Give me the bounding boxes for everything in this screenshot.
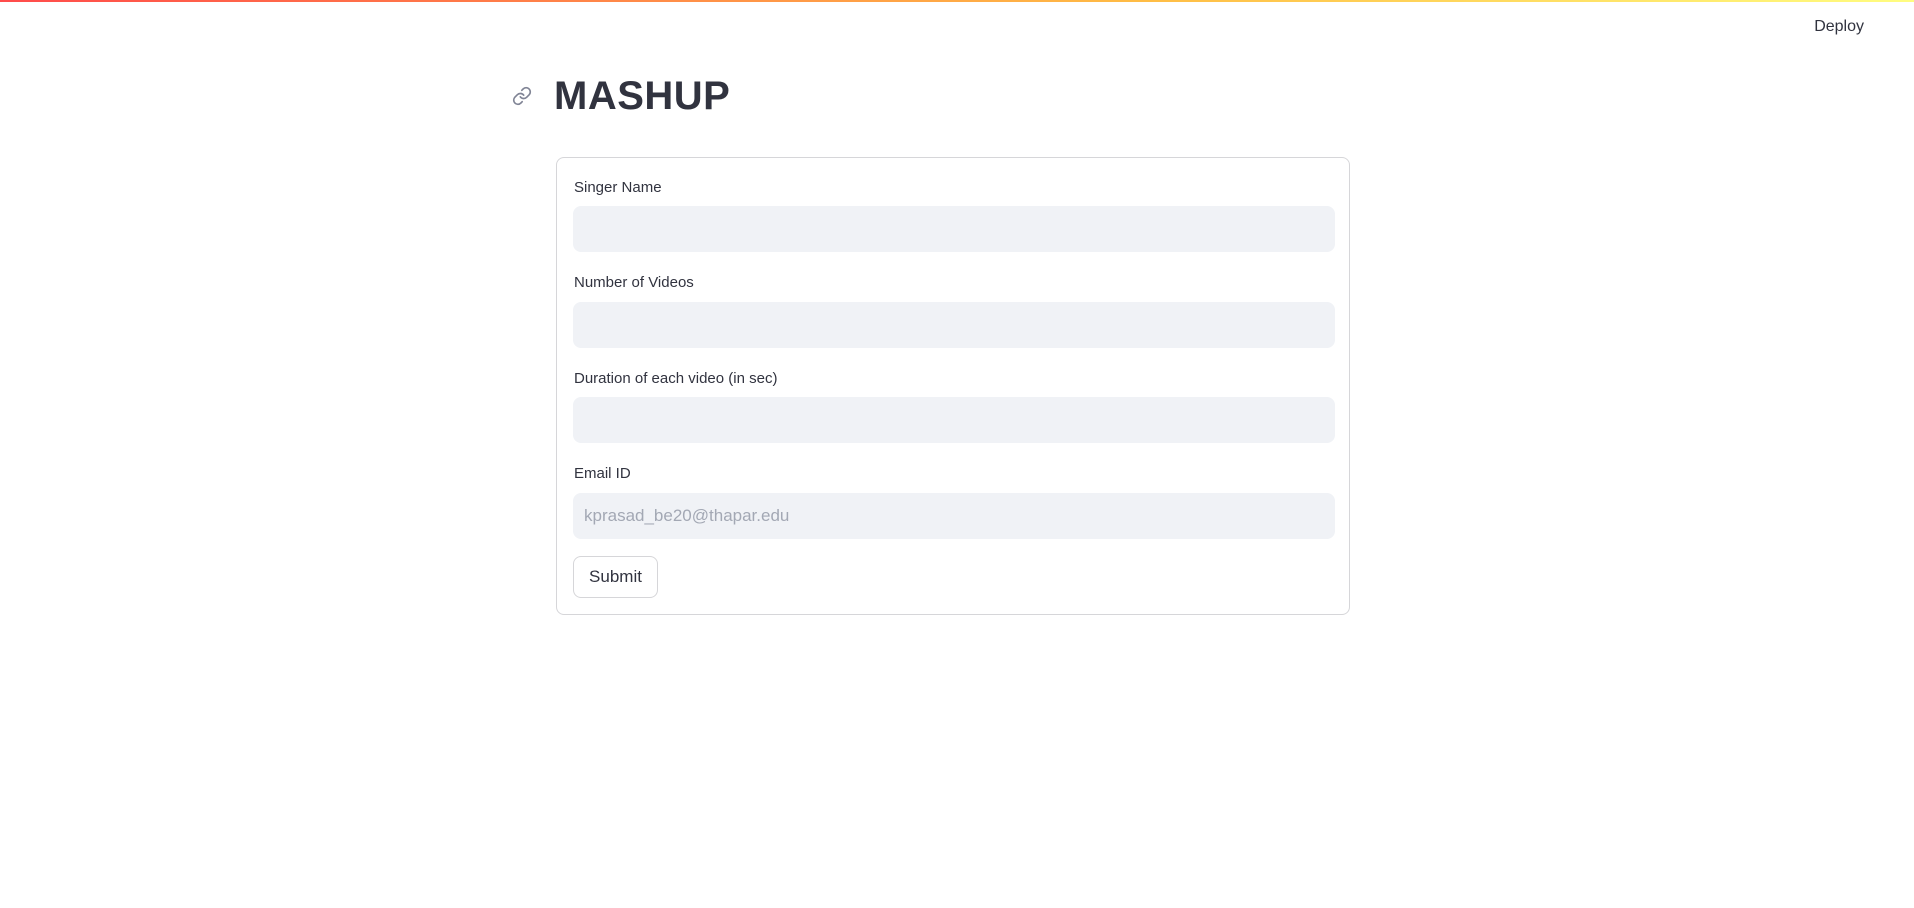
duration-input[interactable] (573, 397, 1335, 443)
singer-name-label: Singer Name (574, 179, 662, 196)
mashup-form: Singer Name Number of Videos Duration of… (556, 157, 1350, 615)
submit-button[interactable]: Submit (573, 556, 658, 598)
email-id-label: Email ID (574, 465, 631, 482)
duration-label: Duration of each video (in sec) (574, 370, 778, 387)
page-header: MASHUP (510, 68, 730, 124)
number-of-videos-input[interactable] (573, 302, 1335, 348)
link-icon[interactable] (510, 84, 534, 108)
singer-name-input[interactable] (573, 206, 1335, 252)
page-title: MASHUP (554, 73, 731, 118)
email-id-input[interactable] (573, 493, 1335, 539)
top-decoration-stripe (0, 0, 1914, 2)
number-of-videos-label: Number of Videos (574, 274, 694, 291)
deploy-button[interactable]: Deploy (1806, 14, 1872, 40)
